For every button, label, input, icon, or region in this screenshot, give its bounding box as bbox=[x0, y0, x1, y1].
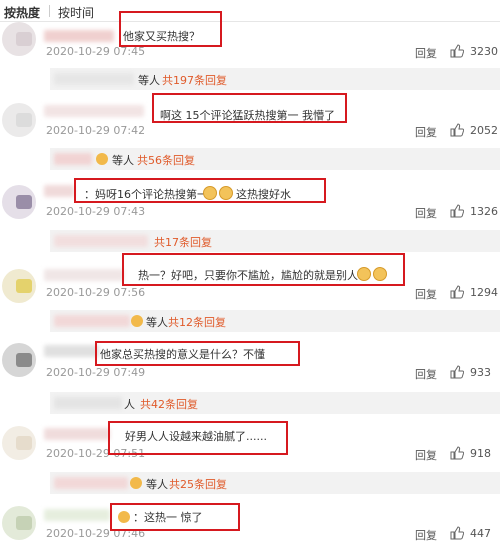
username-blurred[interactable] bbox=[44, 30, 114, 42]
like-count: 447 bbox=[470, 527, 491, 540]
subreply-summary[interactable]: 等人 共12条回复 bbox=[50, 310, 500, 332]
thumbs-up-icon bbox=[450, 446, 464, 460]
username-blurred bbox=[54, 397, 122, 409]
subreply-more-link[interactable]: 共197条回复 bbox=[162, 72, 227, 88]
avatar[interactable] bbox=[2, 22, 36, 56]
reply-button[interactable]: 回复 bbox=[415, 205, 437, 221]
username-blurred bbox=[54, 477, 128, 489]
sort-divider bbox=[49, 5, 50, 17]
subreply-more-link[interactable]: 共42条回复 bbox=[140, 396, 198, 412]
emoji-icon bbox=[96, 153, 108, 165]
username-blurred[interactable] bbox=[44, 185, 74, 197]
thumbs-up-icon bbox=[450, 44, 464, 58]
comment-time: 2020-10-29 07:43 bbox=[46, 205, 146, 218]
subreply-summary[interactable]: 等人 共197条回复 bbox=[50, 68, 500, 90]
highlight-box bbox=[108, 421, 288, 455]
subreply-people: 等人 bbox=[112, 154, 134, 167]
username-blurred bbox=[54, 153, 92, 165]
emoji-icon bbox=[131, 315, 143, 327]
subreply-summary[interactable]: 等人 共25条回复 bbox=[50, 472, 500, 494]
like-count: 933 bbox=[470, 366, 491, 379]
like-count: 1326 bbox=[470, 205, 498, 218]
username-blurred[interactable] bbox=[44, 345, 99, 357]
like-count: 2052 bbox=[470, 124, 498, 137]
comment-item: ：这热一 惊了 2020-10-29 07:46 回复 447 bbox=[0, 500, 500, 547]
username-blurred bbox=[54, 315, 130, 327]
highlight-box bbox=[74, 178, 326, 203]
avatar[interactable] bbox=[2, 506, 36, 540]
thumbs-up-icon bbox=[450, 285, 464, 299]
subreply-more-link[interactable]: 共12条回复 bbox=[168, 314, 226, 330]
subreply-more-link[interactable]: 共56条回复 bbox=[137, 152, 195, 168]
highlight-box bbox=[152, 93, 347, 123]
sort-by-hot-tab[interactable]: 按热度 bbox=[4, 4, 40, 21]
reply-button[interactable]: 回复 bbox=[415, 45, 437, 61]
sort-bar: 按热度 按时间 bbox=[0, 0, 500, 22]
comment-time: 2020-10-29 07:56 bbox=[46, 286, 146, 299]
avatar[interactable] bbox=[2, 269, 36, 303]
reply-button[interactable]: 回复 bbox=[415, 447, 437, 463]
like-count: 1294 bbox=[470, 286, 498, 299]
highlight-box bbox=[119, 11, 222, 47]
username-blurred bbox=[54, 73, 134, 85]
username-blurred[interactable] bbox=[44, 269, 124, 281]
username-blurred[interactable] bbox=[44, 105, 144, 117]
subreply-people: 等人 bbox=[138, 74, 160, 87]
avatar[interactable] bbox=[2, 185, 36, 219]
highlight-box bbox=[95, 341, 300, 366]
reply-button[interactable]: 回复 bbox=[415, 527, 437, 543]
reply-button[interactable]: 回复 bbox=[415, 366, 437, 382]
subreply-more-link[interactable]: 共25条回复 bbox=[169, 476, 227, 492]
subreply-summary[interactable]: 共17条回复 bbox=[50, 230, 500, 252]
username-blurred bbox=[54, 235, 148, 247]
comment-item: 他家又买热搜？ 2020-10-29 07:45 回复 3230 bbox=[0, 22, 500, 62]
highlight-box bbox=[110, 503, 240, 531]
emoji-icon bbox=[130, 477, 142, 489]
comment-time: 2020-10-29 07:42 bbox=[46, 124, 146, 137]
like-count: 3230 bbox=[470, 45, 498, 58]
avatar[interactable] bbox=[2, 426, 36, 460]
subreply-summary[interactable]: 人 共42条回复 bbox=[50, 392, 500, 414]
subreply-people: 人 bbox=[124, 398, 135, 411]
comment-time: 2020-10-29 07:49 bbox=[46, 366, 146, 379]
avatar[interactable] bbox=[2, 103, 36, 137]
thumbs-up-icon bbox=[450, 365, 464, 379]
sort-by-time-tab[interactable]: 按时间 bbox=[58, 4, 94, 21]
avatar[interactable] bbox=[2, 343, 36, 377]
reply-button[interactable]: 回复 bbox=[415, 124, 437, 140]
thumbs-up-icon bbox=[450, 204, 464, 218]
subreply-summary[interactable]: 等人 共56条回复 bbox=[50, 148, 500, 170]
highlight-box bbox=[122, 253, 405, 286]
like-count: 918 bbox=[470, 447, 491, 460]
thumbs-up-icon bbox=[450, 123, 464, 137]
thumbs-up-icon bbox=[450, 526, 464, 540]
username-blurred[interactable] bbox=[44, 428, 110, 440]
username-blurred[interactable] bbox=[44, 509, 110, 521]
subreply-more-link[interactable]: 共17条回复 bbox=[154, 234, 212, 250]
reply-button[interactable]: 回复 bbox=[415, 286, 437, 302]
subreply-people: 等人 bbox=[146, 316, 168, 329]
subreply-people: 等人 bbox=[146, 478, 168, 491]
